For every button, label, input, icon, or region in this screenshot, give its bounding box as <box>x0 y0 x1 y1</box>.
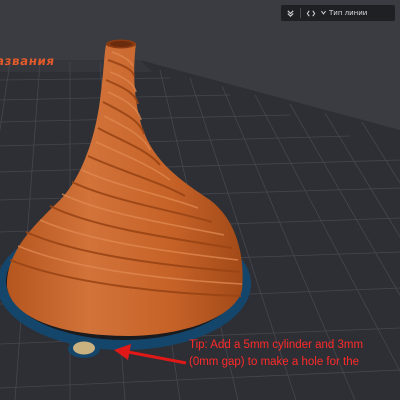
chevron-down-icon <box>320 9 327 18</box>
code-icon[interactable] <box>305 7 316 19</box>
viewport-3d[interactable]: азвания Тип линии Tip: Add a 5mm cylinde… <box>0 0 400 400</box>
tip-annotation: Tip: Add a 5mm cylinder and 3mm (0mm gap… <box>189 337 363 371</box>
build-plate-label: азвания <box>0 54 56 68</box>
linetype-dropdown[interactable]: Тип линии <box>320 9 367 18</box>
toolbar-divider <box>300 8 301 18</box>
linetype-toolbar: Тип линии <box>280 4 396 22</box>
tip-line-2: (0mm gap) to make a hole for the <box>189 356 360 368</box>
linetype-label: Тип линии <box>329 9 368 17</box>
chevrons-down-icon[interactable] <box>285 7 296 19</box>
small-disk[interactable] <box>73 341 95 355</box>
tip-line-1: Tip: Add a 5mm cylinder and 3mm <box>189 339 364 351</box>
